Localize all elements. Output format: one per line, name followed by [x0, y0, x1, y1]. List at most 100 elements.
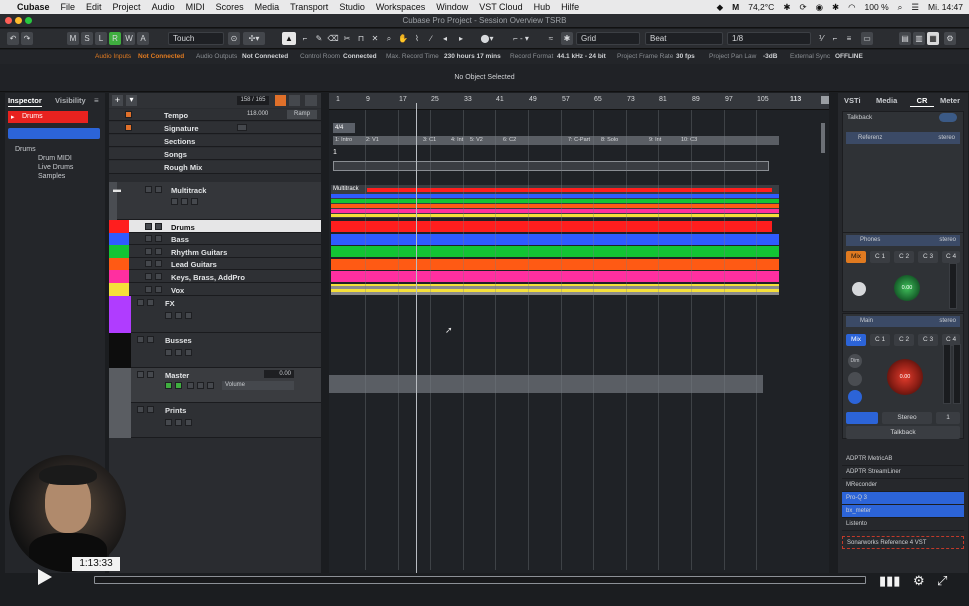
read-automation-button[interactable]	[165, 382, 172, 389]
frame-rate-value[interactable]: 30 fps	[676, 53, 695, 60]
grid-type-select[interactable]: Beat	[645, 32, 723, 45]
sync-icon[interactable]: ⟳	[799, 2, 806, 13]
main-cue3-button[interactable]: C 3	[918, 334, 938, 346]
range-tool-icon[interactable]: ⌐	[299, 32, 311, 45]
tree-item-samples[interactable]: Samples	[38, 173, 65, 180]
home-icon[interactable]	[275, 95, 286, 106]
dim-button[interactable]: Dim	[848, 354, 862, 368]
solo-button[interactable]	[147, 371, 154, 378]
solo-button[interactable]	[155, 273, 162, 280]
signature-dropdown-icon[interactable]	[237, 124, 247, 131]
add-track-icon[interactable]: +	[112, 95, 123, 106]
tempo-activate-icon[interactable]	[125, 111, 132, 118]
project-arrange-window[interactable]: 1 9 17 25 33 41 49 57 65 73 81 89 97 105…	[329, 93, 829, 573]
tree-item-drums[interactable]: Drums	[15, 146, 36, 153]
tree-item-drum-midi[interactable]: Drum MIDI	[38, 155, 72, 162]
plugin-slot-5[interactable]: bx_meter	[842, 505, 964, 518]
solo-button[interactable]	[155, 248, 162, 255]
folder-track-lead-guitars[interactable]: Lead Guitars	[109, 258, 321, 270]
solo-button[interactable]	[155, 223, 162, 230]
listen-button[interactable]: L	[95, 32, 107, 45]
menu-hilfe[interactable]: Hilfe	[561, 2, 579, 12]
sections-lane[interactable]: 1: Intro 2: V1 3: C1 4: Int 5: V2 6: C2 …	[333, 136, 779, 145]
menu-midi[interactable]: MIDI	[186, 2, 205, 12]
object-selection-tool-icon[interactable]: ▲	[282, 32, 296, 45]
solo-button[interactable]	[155, 260, 162, 267]
inspector-track-controls[interactable]	[8, 128, 100, 139]
folder-track-drums[interactable]: Drums	[109, 220, 321, 233]
play-tool-icon[interactable]: ◂	[439, 32, 451, 45]
solo-button[interactable]	[147, 336, 154, 343]
plugin-slot-3[interactable]: MReconder	[842, 479, 964, 492]
inspector-menu-icon[interactable]: ≡	[94, 96, 99, 105]
mute-button[interactable]	[145, 260, 152, 267]
output-number-button[interactable]: 1	[936, 412, 960, 424]
undo-icon[interactable]: ↶	[7, 32, 19, 45]
tempo-mode[interactable]: Ramp	[287, 110, 317, 119]
color-tool-icon[interactable]: ▸	[455, 32, 467, 45]
menu-media[interactable]: Media	[255, 2, 280, 12]
solo-button[interactable]	[147, 406, 154, 413]
phones-cue3-button[interactable]: C 3	[918, 251, 938, 263]
monitor-button[interactable]	[175, 312, 182, 319]
tab-control-room[interactable]: CR	[910, 95, 934, 107]
solo-button[interactable]	[155, 286, 162, 293]
mute-button[interactable]	[145, 286, 152, 293]
max-record-value[interactable]: 230 hours 17 mins	[444, 53, 501, 60]
mute-button[interactable]	[137, 299, 144, 306]
menu-scores[interactable]: Scores	[216, 2, 244, 12]
show-automation-icon[interactable]	[187, 382, 194, 389]
tab-inspector[interactable]: Inspector	[8, 95, 42, 107]
pan-law-value[interactable]: -3dB	[763, 53, 777, 60]
volume-icon[interactable]: ▮▮▮	[879, 573, 900, 589]
mute-button[interactable]	[145, 223, 152, 230]
menu-edit[interactable]: Edit	[86, 2, 102, 12]
phones-cue4-button[interactable]: C 4	[942, 251, 960, 263]
mute-button[interactable]	[145, 248, 152, 255]
project-cursor[interactable]	[416, 103, 417, 573]
master-automation-lane[interactable]	[329, 375, 763, 393]
right-zone-toggle-icon[interactable]: ▦	[927, 32, 939, 45]
talkback-header[interactable]: Talkback	[847, 114, 872, 121]
left-zone-toggle-icon[interactable]: ▤	[899, 32, 911, 45]
constrain-delay-icon[interactable]: ✣▾	[243, 32, 265, 45]
quantize-apply-icon[interactable]: ⅟	[815, 32, 827, 45]
iterative-quantize-icon[interactable]: ⌐	[829, 32, 841, 45]
vertical-scrollbar[interactable]	[821, 123, 825, 153]
time-warp-icon[interactable]: ⌇	[411, 32, 423, 45]
monitor-button[interactable]	[175, 419, 182, 426]
menu-studio[interactable]: Studio	[339, 2, 365, 12]
tab-meter[interactable]: Meter	[940, 95, 960, 107]
plugin-slot-4[interactable]: Pro-Q 3	[842, 492, 964, 505]
line-tool-icon[interactable]: ∕	[425, 32, 437, 45]
split-tool-icon[interactable]: ✂	[341, 32, 353, 45]
wifi-icon[interactable]: ◠	[848, 2, 855, 13]
expand-arrow-icon[interactable]: ▸	[11, 113, 15, 121]
record-button[interactable]	[165, 312, 172, 319]
quantize-panel-icon[interactable]: ≡	[843, 32, 855, 45]
redo-icon[interactable]: ↷	[21, 32, 33, 45]
folder-track-fx[interactable]: FX	[109, 296, 321, 333]
output-select-button[interactable]	[846, 412, 878, 424]
timeline-ruler[interactable]: 1 9 17 25 33 41 49 57 65 73 81 89 97 105…	[329, 93, 829, 110]
record-button[interactable]	[171, 198, 178, 205]
battery-text[interactable]: 100 %	[865, 2, 889, 12]
read-button[interactable]	[185, 419, 192, 426]
inspector-track-name[interactable]: Drums	[8, 111, 88, 123]
mute-button[interactable]	[145, 235, 152, 242]
folder-track-busses[interactable]: Busses	[109, 333, 321, 368]
menu-workspaces[interactable]: Workspaces	[376, 2, 425, 12]
record-button[interactable]	[165, 419, 172, 426]
folder-icon[interactable]: ▬	[113, 185, 121, 194]
folder-track-vox[interactable]: Vox	[109, 283, 321, 296]
read-button[interactable]	[185, 349, 192, 356]
phones-mix-button[interactable]: Mix	[846, 251, 866, 263]
automation-mode-select[interactable]: Touch	[168, 32, 224, 45]
phones-level-knob[interactable]: 0.00	[894, 275, 920, 301]
cpu-temp[interactable]: 74,2°C	[748, 2, 774, 12]
siri-icon[interactable]: ◉	[816, 2, 823, 13]
color-palette-icon[interactable]: ⬤▾	[475, 32, 499, 45]
rough-mix-track[interactable]: Rough Mix	[109, 161, 321, 174]
audio-inputs-value[interactable]: Not Connected	[138, 53, 184, 60]
tab-media[interactable]: Media	[876, 95, 897, 107]
